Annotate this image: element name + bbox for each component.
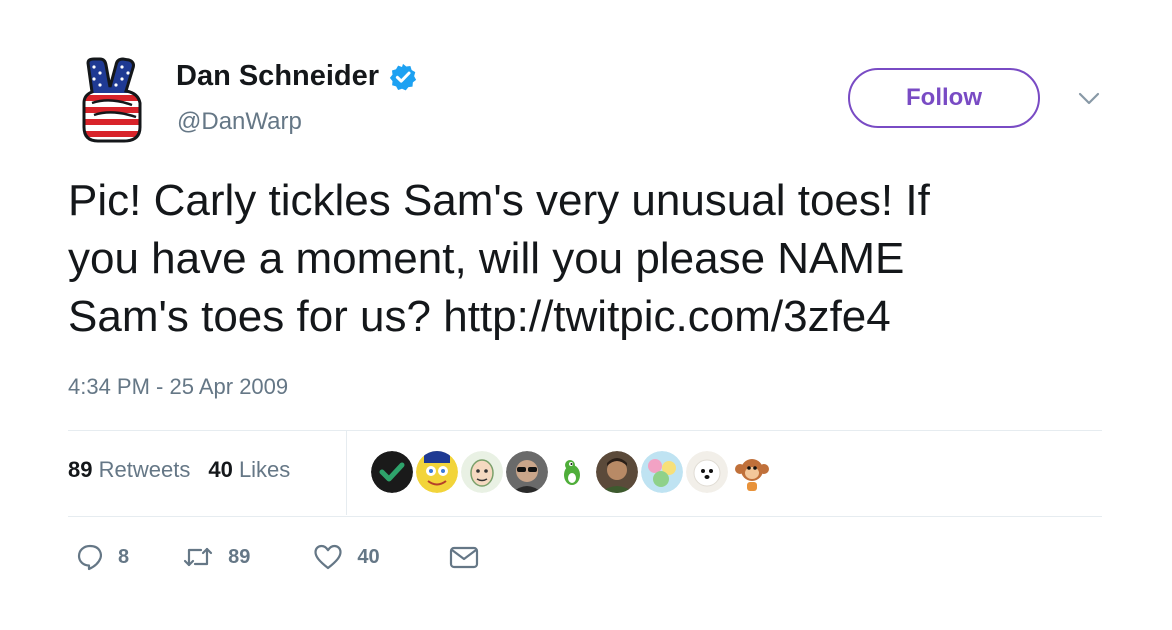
retweet-icon — [184, 547, 213, 567]
author-handle[interactable]: @DanWarp — [177, 108, 302, 136]
tweet-stats: 89 Retweets 40 Likes — [68, 457, 290, 483]
divider — [68, 430, 1102, 431]
liker-avatar[interactable] — [459, 449, 505, 495]
direct-message-button[interactable] — [448, 543, 480, 571]
heart-icon — [314, 544, 342, 570]
retweets-stat[interactable]: 89 Retweets — [68, 457, 190, 483]
reply-count: 8 — [118, 545, 130, 568]
verified-badge-icon — [389, 63, 417, 90]
tweet-text-line: you have a moment, will you please NAME — [68, 234, 905, 283]
follow-button[interactable]: Follow — [848, 68, 1040, 128]
tweet-text-line: Pic! Carly tickles Sam's very unusual to… — [68, 176, 930, 225]
monkey-avatar-icon — [731, 451, 773, 493]
likes-stat-count: 40 — [208, 457, 233, 482]
likers-avatars — [369, 449, 775, 495]
person-sunglasses-avatar-icon — [506, 451, 548, 493]
reply-icon — [77, 544, 102, 571]
spongebob-avatar-icon — [416, 451, 458, 493]
liker-avatar[interactable] — [594, 449, 640, 495]
avatar[interactable] — [80, 57, 144, 143]
checkmark-avatar-icon — [371, 451, 413, 493]
peace-sign-flag-hand-icon — [82, 57, 142, 143]
liker-avatar[interactable] — [504, 449, 550, 495]
retweet-count: 89 — [228, 545, 251, 568]
author-name[interactable]: Dan Schneider — [176, 60, 379, 93]
like-button[interactable]: 40 — [313, 543, 380, 571]
likes-stat-label: Likes — [238, 457, 291, 482]
retweets-stat-label: Retweets — [98, 457, 191, 482]
chevron-down-icon[interactable] — [1076, 90, 1102, 108]
divider — [68, 516, 1102, 517]
retweets-stat-count: 89 — [68, 457, 93, 482]
cartoon-avatar-icon — [461, 451, 503, 493]
vertical-divider — [346, 431, 347, 515]
liker-avatar[interactable] — [369, 449, 415, 495]
person-avatar-icon — [596, 451, 638, 493]
liker-avatar[interactable] — [639, 449, 685, 495]
retweet-button[interactable]: 89 — [182, 543, 250, 571]
likes-stat[interactable]: 40 Likes — [208, 457, 290, 483]
colorful-avatar-icon — [641, 451, 683, 493]
liker-avatar[interactable] — [414, 449, 460, 495]
tweet-text: Pic! Carly tickles Sam's very unusual to… — [68, 172, 1138, 346]
white-dog-avatar-icon — [686, 451, 728, 493]
tweet-actions: 8 89 40 — [76, 541, 480, 573]
yoshi-avatar-icon — [551, 451, 593, 493]
tweet-text-line: Sam's toes for us? http://twitpic.com/3z… — [68, 292, 891, 341]
reply-button[interactable]: 8 — [76, 543, 129, 571]
envelope-icon — [449, 546, 478, 569]
tweet-timestamp[interactable]: 4:34 PM - 25 Apr 2009 — [68, 374, 288, 400]
liker-avatar[interactable] — [549, 449, 595, 495]
liker-avatar[interactable] — [729, 449, 775, 495]
like-count: 40 — [357, 545, 380, 568]
liker-avatar[interactable] — [684, 449, 730, 495]
author-name-row[interactable]: Dan Schneider — [176, 60, 418, 93]
